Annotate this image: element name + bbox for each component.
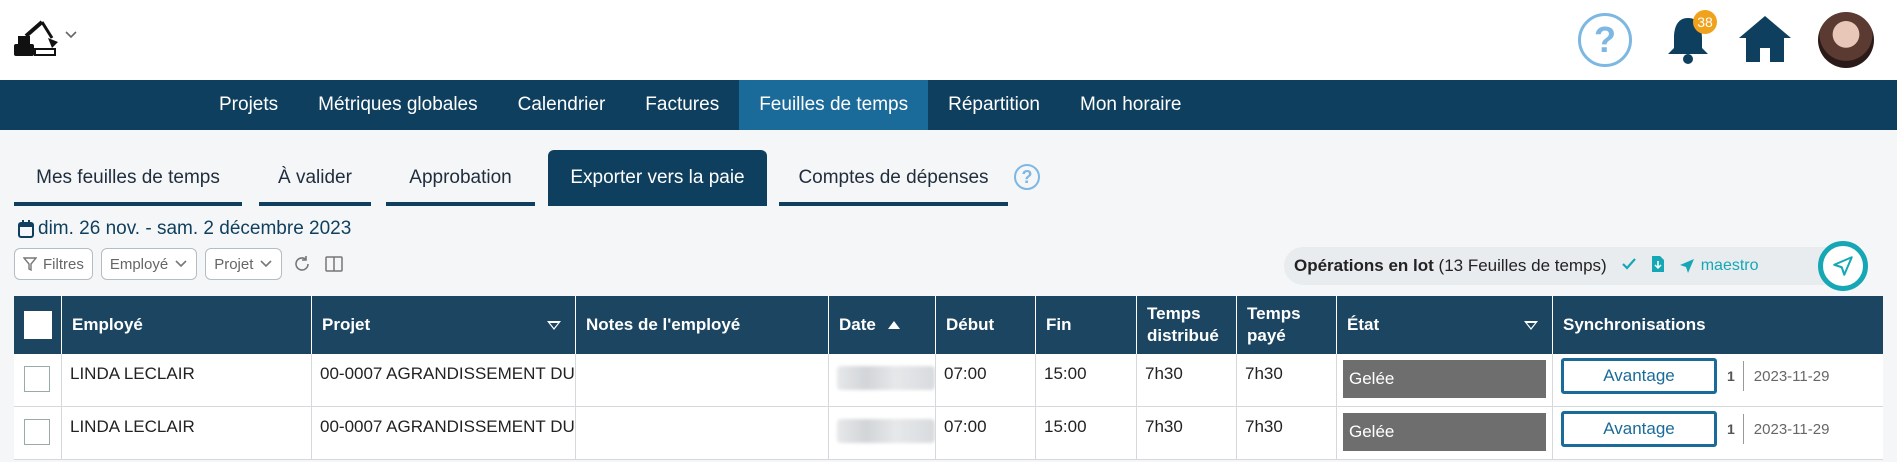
nav-item-factures[interactable]: Factures	[625, 80, 739, 130]
cell-temps-distribue: 7h30	[1137, 354, 1237, 406]
table-row[interactable]: LINDA LECLAIR 00-0007 AGRANDISSEMENT DU …	[14, 407, 1883, 460]
cell-projet: 00-0007 AGRANDISSEMENT DU	[312, 354, 576, 406]
employee-select-label: Employé	[109, 255, 169, 273]
header-synchronisations[interactable]: Synchronisations	[1553, 296, 1883, 354]
header-date[interactable]: Date	[829, 296, 936, 354]
nav-item-metriques-globales[interactable]: Métriques globales	[298, 80, 497, 130]
sync-count: 1	[1727, 361, 1744, 391]
cell-notes	[576, 354, 829, 406]
cell-projet: 00-0007 AGRANDISSEMENT DU	[312, 407, 576, 459]
header-temps-distribue[interactable]: Temps distribué	[1137, 296, 1237, 354]
send-icon	[1679, 259, 1694, 273]
cell-date	[829, 407, 936, 459]
header-projet[interactable]: Projet	[312, 296, 576, 354]
filters-bar: Filtres Employé Projet	[14, 248, 346, 280]
tab-comptes-de-depenses[interactable]: Comptes de dépenses	[779, 150, 1008, 206]
status-badge: Gelée	[1343, 413, 1546, 451]
cell-fin: 15:00	[1036, 407, 1137, 459]
date-range-label: dim. 26 nov. - sam. 2 décembre 2023	[38, 218, 352, 239]
nav-item-repartition[interactable]: Répartition	[928, 80, 1060, 130]
content-area: Mes feuilles de temps À valider Approbat…	[0, 130, 1897, 462]
header-etat[interactable]: État	[1337, 296, 1553, 354]
avatar[interactable]	[1818, 12, 1874, 68]
avantage-sync-button[interactable]: Avantage	[1561, 358, 1717, 394]
cell-notes	[576, 407, 829, 459]
refresh-icon[interactable]	[290, 252, 314, 276]
maestro-button[interactable]: maestro	[1679, 257, 1759, 275]
table-header: Employé Projet Notes de l'employé Date D…	[14, 296, 1883, 354]
employee-select[interactable]: Employé	[100, 248, 198, 280]
status-badge: Gelée	[1343, 360, 1546, 398]
cell-debut: 07:00	[936, 354, 1036, 406]
cell-fin: 15:00	[1036, 354, 1137, 406]
filter-icon	[23, 257, 37, 271]
redacted-date	[837, 366, 935, 390]
sync-count: 1	[1727, 414, 1744, 444]
calendar-icon	[18, 220, 34, 238]
cell-employe: LINDA LECLAIR	[62, 407, 312, 459]
nav-item-projets[interactable]: Projets	[199, 80, 298, 130]
sync-date: 2023-11-29	[1753, 367, 1830, 385]
cell-date	[829, 354, 936, 406]
chevron-down-icon	[175, 260, 187, 268]
cell-temps-paye: 7h30	[1237, 354, 1337, 406]
batch-operations-label: Opérations en lot (13 Feuilles de temps)	[1294, 256, 1607, 275]
project-select[interactable]: Projet	[205, 248, 283, 280]
notification-badge: 38	[1693, 10, 1717, 34]
filters-label: Filtres	[43, 255, 84, 273]
columns-icon[interactable]	[322, 252, 346, 276]
table-row[interactable]: LINDA LECLAIR 00-0007 AGRANDISSEMENT DU …	[14, 354, 1883, 407]
chevron-down-icon[interactable]	[64, 28, 78, 42]
cell-etat: Gelée	[1337, 407, 1553, 459]
send-button[interactable]	[1818, 241, 1868, 291]
check-icon[interactable]	[1621, 257, 1637, 276]
tab-exporter-vers-la-paie[interactable]: Exporter vers la paie	[548, 150, 767, 206]
header-employe[interactable]: Employé	[62, 296, 312, 354]
sort-ascending-icon	[887, 321, 900, 329]
top-header: ? 38	[0, 0, 1897, 80]
header-temps-paye[interactable]: Temps payé	[1237, 296, 1337, 354]
cell-etat: Gelée	[1337, 354, 1553, 406]
date-range[interactable]: dim. 26 nov. - sam. 2 décembre 2023	[18, 218, 351, 240]
filters-button[interactable]: Filtres	[14, 248, 93, 280]
chevron-down-icon	[260, 260, 272, 268]
cell-temps-distribue: 7h30	[1137, 407, 1237, 459]
send-icon	[1833, 256, 1853, 276]
header-fin[interactable]: Fin	[1036, 296, 1137, 354]
sync-date: 2023-11-29	[1753, 420, 1830, 438]
help-icon[interactable]: ?	[1014, 164, 1040, 190]
nav-item-feuilles-de-temps[interactable]: Feuilles de temps	[739, 80, 929, 130]
timesheet-table: Employé Projet Notes de l'employé Date D…	[14, 296, 1883, 460]
cell-debut: 07:00	[936, 407, 1036, 459]
select-all-cell	[14, 296, 62, 354]
row-select-cell	[14, 354, 62, 406]
cell-employe: LINDA LECLAIR	[62, 354, 312, 406]
nav-item-calendrier[interactable]: Calendrier	[498, 80, 626, 130]
cell-synchronisations: Avantage 1 2023-11-29	[1553, 354, 1883, 406]
cell-synchronisations: Avantage 1 2023-11-29	[1553, 407, 1883, 459]
maestro-label: maestro	[1700, 257, 1759, 274]
nav-item-mon-horaire[interactable]: Mon horaire	[1060, 80, 1201, 130]
row-select-cell	[14, 407, 62, 459]
batch-operations: Opérations en lot (13 Feuilles de temps)…	[1284, 247, 1864, 285]
row-checkbox[interactable]	[24, 366, 50, 392]
tab-mes-feuilles-de-temps[interactable]: Mes feuilles de temps	[14, 150, 242, 206]
header-debut[interactable]: Début	[936, 296, 1036, 354]
cell-temps-paye: 7h30	[1237, 407, 1337, 459]
excavator-logo-icon[interactable]	[12, 18, 60, 60]
project-select-label: Projet	[214, 255, 254, 273]
filter-icon[interactable]	[547, 321, 561, 330]
header-notes[interactable]: Notes de l'employé	[576, 296, 829, 354]
filter-icon[interactable]	[1524, 321, 1538, 330]
main-nav: Projets Métriques globales Calendrier Fa…	[0, 80, 1897, 130]
row-checkbox[interactable]	[24, 419, 50, 445]
tab-approbation[interactable]: Approbation	[386, 150, 535, 206]
help-icon[interactable]: ?	[1578, 13, 1632, 67]
file-download-icon[interactable]	[1651, 255, 1665, 277]
redacted-date	[837, 419, 935, 443]
tab-a-valider[interactable]: À valider	[259, 150, 371, 206]
select-all-checkbox[interactable]	[24, 311, 52, 339]
home-icon[interactable]	[1735, 12, 1795, 66]
avantage-sync-button[interactable]: Avantage	[1561, 411, 1717, 447]
